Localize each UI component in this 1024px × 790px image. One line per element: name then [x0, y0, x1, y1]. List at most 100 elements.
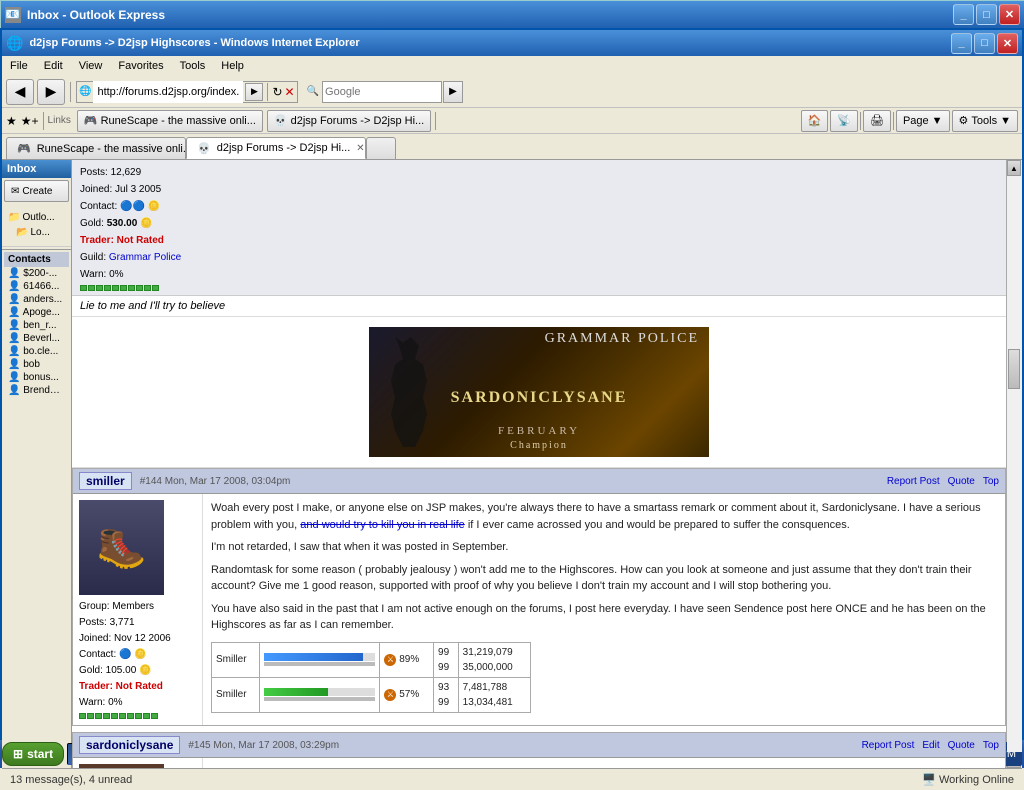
- post-144-header: smiller #144 Mon, Mar 17 2008, 03:04pm R…: [73, 469, 1005, 494]
- contact-item[interactable]: 👤 Apoge...: [4, 306, 69, 319]
- contact-item[interactable]: 👤 Brenda black: [4, 384, 69, 397]
- create-button[interactable]: ✉ Create: [4, 180, 69, 202]
- links-toolbar: ★ ★+ Links 🎮 RuneScape - the massive onl…: [2, 108, 1022, 134]
- contact-icons[interactable]: 🔵🔵: [120, 201, 145, 212]
- window-title: Inbox - Outlook Express: [27, 8, 953, 22]
- stats-row-1: Smiller ⚔ 89% 9999 31,219,07935,000,000: [212, 642, 531, 677]
- links-runescape[interactable]: 🎮 RuneScape - the massive onli...: [77, 110, 263, 132]
- post-144-text4: Randomtask for some reason ( probably je…: [211, 562, 997, 595]
- stat-name-2: Smiller: [212, 677, 260, 712]
- warn-bar-144: [79, 713, 196, 719]
- browser-content: Posts: 12,629 Joined: Jul 3 2005 Contact…: [72, 160, 1006, 768]
- contact-item[interactable]: 👤 ben_r...: [4, 319, 69, 332]
- menu-tools[interactable]: Tools: [180, 60, 206, 72]
- folder-icon: 📁: [8, 212, 20, 223]
- quote-post-145[interactable]: Quote: [948, 740, 975, 751]
- status-bar: 13 message(s), 4 unread 🖥️ Working Onlin…: [2, 768, 1022, 790]
- gold-coin: 🪙: [148, 201, 160, 212]
- folder-local[interactable]: 📂 Lo...: [6, 225, 67, 240]
- new-tab-placeholder[interactable]: [366, 137, 396, 159]
- guild-link[interactable]: Grammar Police: [109, 252, 181, 263]
- ie-minimize[interactable]: _: [951, 33, 972, 54]
- contact-item[interactable]: 👤 bo.cle...: [4, 345, 69, 358]
- post-144-avatar: 🥾: [79, 500, 164, 595]
- gold-value: 530.00: [107, 218, 138, 229]
- post-144-meta: #144 Mon, Mar 17 2008, 03:04pm: [140, 476, 291, 487]
- stop-icon[interactable]: ✕: [285, 85, 295, 99]
- menu-favorites[interactable]: Favorites: [118, 60, 163, 72]
- maximize-button[interactable]: □: [976, 4, 997, 25]
- tab-d2-label: d2jsp Forums -> D2jsp Hi...: [217, 142, 351, 154]
- tab-d2jsp[interactable]: 💀 d2jsp Forums -> D2jsp Hi... ✕: [186, 137, 366, 159]
- scroll-thumb[interactable]: [1008, 349, 1020, 389]
- post-144-body: 🥾 Group: Members Posts: 3,771 Joined: No…: [73, 494, 1005, 725]
- minimize-button[interactable]: _: [953, 4, 974, 25]
- warn-seg: [144, 285, 151, 291]
- start-button[interactable]: ⊞ start: [2, 742, 64, 766]
- warn-label: Warn: 0%: [80, 269, 124, 280]
- ie-maximize[interactable]: □: [974, 33, 995, 54]
- stat-bar-2: [260, 677, 380, 712]
- tools-btn[interactable]: ⚙ Tools ▼: [952, 110, 1018, 132]
- banner-username: Sardoniclysane: [451, 389, 628, 407]
- menu-help[interactable]: Help: [221, 60, 244, 72]
- post-144-username: smiller: [79, 472, 132, 490]
- favorites-star[interactable]: ★: [6, 114, 17, 128]
- contact-item[interactable]: 👤 anders...: [4, 293, 69, 306]
- tab-rs-label: RuneScape - the massive onli...: [37, 143, 186, 155]
- ie-close[interactable]: ✕: [997, 33, 1018, 54]
- address-go[interactable]: ▶: [245, 83, 263, 101]
- scroll-track[interactable]: [1007, 176, 1022, 752]
- page-btn[interactable]: Page ▼: [896, 110, 950, 132]
- post-144-userinfo: Group: Members Posts: 3,771 Joined: Nov …: [79, 599, 196, 719]
- stats-row-2: Smiller ⚔ 57% 9399 7,481,78813,034,481: [212, 677, 531, 712]
- post-145-body: 🗡️ Quote (smiller @ Mon, Mar 17 2008, 03…: [73, 758, 1005, 768]
- folder-outlook[interactable]: 📁 Outlo...: [6, 210, 67, 225]
- contact-item[interactable]: 👤 $200-...: [4, 267, 69, 280]
- tab-runescape[interactable]: 🎮 RuneScape - the massive onli... ✕: [6, 137, 186, 159]
- menu-view[interactable]: View: [79, 60, 103, 72]
- add-favorites[interactable]: ★+: [21, 114, 39, 128]
- rs-icon: 🎮: [84, 114, 98, 127]
- post-144-actions: Report Post Quote Top: [887, 476, 999, 487]
- scroll-up[interactable]: ▲: [1007, 160, 1021, 176]
- home-btn[interactable]: 🏠: [801, 110, 829, 132]
- feeds-btn[interactable]: 📡: [830, 110, 858, 132]
- tab-d2-close[interactable]: ✕: [356, 143, 364, 154]
- contact-item[interactable]: 👤 Beverl...: [4, 332, 69, 345]
- scroll-content[interactable]: Posts: 12,629 Joined: Jul 3 2005 Contact…: [72, 160, 1006, 768]
- contact-item[interactable]: 👤 bonus...: [4, 371, 69, 384]
- close-button[interactable]: ✕: [999, 4, 1020, 25]
- print-btn[interactable]: 🖨: [863, 110, 891, 132]
- contact-icon-144[interactable]: 🔵: [119, 649, 131, 660]
- top-post-145[interactable]: Top: [983, 740, 999, 751]
- refresh-icon[interactable]: ↻: [272, 85, 282, 99]
- banner-subtitle: February: [498, 425, 580, 437]
- post-144-avatar-col: 🥾 Group: Members Posts: 3,771 Joined: No…: [73, 494, 203, 725]
- edit-post-145[interactable]: Edit: [922, 740, 939, 751]
- knight-silhouette: [379, 337, 459, 447]
- menu-file[interactable]: File: [10, 60, 28, 72]
- top-post-144[interactable]: Top: [983, 476, 999, 487]
- report-post-144[interactable]: Report Post: [887, 476, 940, 487]
- contacts-section: Contacts 👤 $200-... 👤 61466... 👤 anders.…: [2, 249, 71, 399]
- scrollbar[interactable]: ▲ ▼: [1006, 160, 1022, 768]
- back-button[interactable]: ◀: [6, 79, 34, 105]
- quote-post-144[interactable]: Quote: [948, 476, 975, 487]
- links-d2jsp[interactable]: 💀 d2jsp Forums -> D2jsp Hi...: [267, 110, 431, 132]
- search-input[interactable]: [322, 81, 442, 103]
- contact-item[interactable]: 👤 bob: [4, 358, 69, 371]
- warn-seg: [128, 285, 135, 291]
- post-145-header: sardoniclysane #145 Mon, Mar 17 2008, 03…: [73, 733, 1005, 758]
- report-post-145[interactable]: Report Post: [862, 740, 915, 751]
- post-145-actions: Report Post Edit Quote Top: [862, 740, 999, 751]
- avatar-icon: 🥾: [97, 524, 147, 571]
- forward-button[interactable]: ▶: [37, 79, 65, 105]
- menu-edit[interactable]: Edit: [44, 60, 63, 72]
- warn-seg: [112, 285, 119, 291]
- search-go-button[interactable]: ▶: [443, 81, 463, 103]
- ie-title: d2jsp Forums -> D2jsp Highscores - Windo…: [29, 37, 951, 49]
- warn-seg: [104, 285, 111, 291]
- contact-item[interactable]: 👤 61466...: [4, 280, 69, 293]
- address-bar[interactable]: [93, 81, 243, 103]
